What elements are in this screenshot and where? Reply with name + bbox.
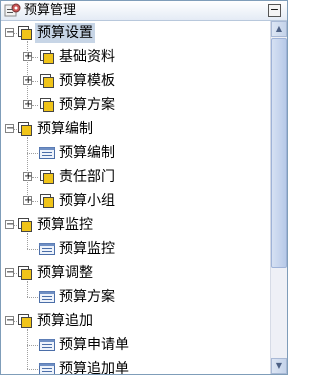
tree-connector xyxy=(14,321,17,322)
page-icon xyxy=(39,363,55,374)
tree-connector xyxy=(32,105,38,106)
tree-connector xyxy=(32,201,38,202)
tree-connector xyxy=(27,369,38,370)
folder-icon xyxy=(40,74,54,88)
tree-connector xyxy=(27,153,38,154)
tree-expander-icon[interactable]: − xyxy=(5,220,14,230)
collapse-panel-button[interactable]: − xyxy=(268,4,281,17)
tree-node-label: 预算设置 xyxy=(35,23,95,43)
tree-connector xyxy=(14,225,17,226)
tree-node-level-1[interactable]: 预算追加单 xyxy=(1,357,270,374)
page-icon xyxy=(39,339,55,351)
page-icon xyxy=(39,291,55,303)
tree-node-level-1[interactable]: 预算监控 xyxy=(1,237,270,261)
panel-header[interactable]: 预算管理 − xyxy=(1,1,287,21)
tree-expander-icon[interactable]: − xyxy=(5,316,14,326)
scroll-down-icon[interactable]: ▼ xyxy=(271,358,287,374)
tree-connector xyxy=(27,41,28,105)
app-gear-icon xyxy=(4,3,21,17)
tree-node-level-0[interactable]: − 预算追加 xyxy=(1,309,270,333)
tree-node-label: 责任部门 xyxy=(59,169,115,185)
tree-connector xyxy=(27,281,28,297)
tree-node-level-1[interactable]: + 基础资料 xyxy=(1,45,270,69)
page-icon xyxy=(39,243,55,255)
tree-connector xyxy=(27,233,28,249)
scrollbar-thumb[interactable] xyxy=(271,38,287,268)
tree-node-level-1[interactable]: 预算编制 xyxy=(1,141,270,165)
tree-node-level-0[interactable]: − 预算设置 xyxy=(1,21,270,45)
scroll-up-icon[interactable]: ▲ xyxy=(271,21,287,37)
folder-icon xyxy=(40,98,54,112)
tree-expander-icon[interactable]: − xyxy=(5,268,14,278)
vertical-scrollbar[interactable]: ▲ ▼ xyxy=(270,21,287,374)
folder-icon xyxy=(18,26,32,40)
tree-node-level-0[interactable]: − 预算调整 xyxy=(1,261,270,285)
tree-node-label: 预算编制 xyxy=(59,145,115,161)
tree-node-label: 基础资料 xyxy=(59,49,115,65)
tree-node-label: 预算监控 xyxy=(59,241,115,257)
tree-node-level-1[interactable]: 预算方案 xyxy=(1,285,270,309)
folder-icon xyxy=(40,170,54,184)
tree-node-label: 预算调整 xyxy=(37,265,93,281)
tree-connector xyxy=(32,81,38,82)
tree-connector xyxy=(32,177,38,178)
tree-node-label: 预算追加 xyxy=(37,313,93,329)
navigation-tree: − 预算设置 + 基础资料 + 预算模板 + 预算方案 − 预算编制 预算编制 + 责任部门 + 预算小组 −… xyxy=(1,21,270,374)
tree-node-label: 预算小组 xyxy=(59,193,115,209)
tree-node-level-1[interactable]: 预算申请单 xyxy=(1,333,270,357)
tree-node-label: 预算监控 xyxy=(37,217,93,233)
page-icon xyxy=(39,147,55,159)
tree-connector xyxy=(14,33,17,34)
budget-management-panel: 预算管理 − − 预算设置 + 基础资料 + 预算模板 + 预算方案 − 预算编制 预算编制 + 责任部… xyxy=(0,0,288,375)
tree-expander-icon[interactable]: − xyxy=(5,28,14,38)
panel-title: 预算管理 xyxy=(24,3,77,18)
tree-connector xyxy=(32,57,38,58)
tree-node-level-1[interactable]: + 责任部门 xyxy=(1,165,270,189)
tree-node-level-1[interactable]: + 预算小组 xyxy=(1,189,270,213)
folder-icon xyxy=(18,314,32,328)
tree-connector xyxy=(27,329,28,369)
folder-icon xyxy=(18,122,32,136)
tree-node-label: 预算方案 xyxy=(59,97,115,113)
tree-connector xyxy=(27,297,38,298)
tree-node-label: 预算方案 xyxy=(59,289,115,305)
tree-connector xyxy=(14,129,17,130)
folder-icon xyxy=(18,218,32,232)
tree-connector xyxy=(14,273,17,274)
tree-node-label: 预算申请单 xyxy=(59,337,129,353)
tree-connector xyxy=(27,137,28,201)
folder-icon xyxy=(40,50,54,64)
tree-node-level-0[interactable]: − 预算编制 xyxy=(1,117,270,141)
folder-icon xyxy=(18,266,32,280)
folder-icon xyxy=(40,194,54,208)
tree-node-level-1[interactable]: + 预算方案 xyxy=(1,93,270,117)
tree-node-level-1[interactable]: + 预算模板 xyxy=(1,69,270,93)
tree-expander-icon[interactable]: − xyxy=(5,124,14,134)
tree-node-level-0[interactable]: − 预算监控 xyxy=(1,213,270,237)
tree-node-label: 预算编制 xyxy=(37,121,93,137)
tree-node-label: 预算模板 xyxy=(59,73,115,89)
tree-connector xyxy=(27,249,38,250)
tree-connector xyxy=(27,345,38,346)
tree-node-label: 预算追加单 xyxy=(59,361,129,374)
